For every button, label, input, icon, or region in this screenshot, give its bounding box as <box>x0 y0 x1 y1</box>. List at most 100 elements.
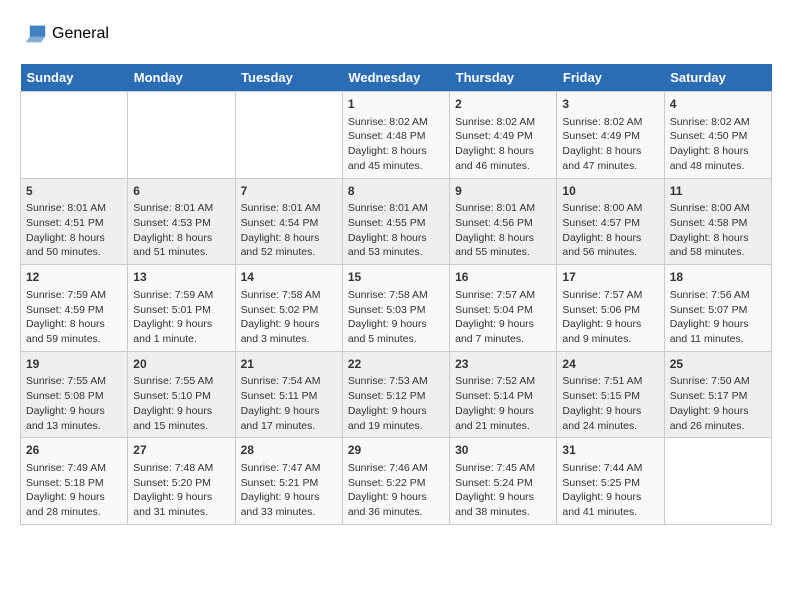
day-cell-21: 21Sunrise: 7:54 AMSunset: 5:11 PMDayligh… <box>235 351 342 438</box>
day-info-line-0: Sunrise: 7:58 AM <box>241 288 337 303</box>
header-row: SundayMondayTuesdayWednesdayThursdayFrid… <box>21 64 772 92</box>
day-info-line-2: Daylight: 9 hours and 41 minutes. <box>562 490 658 519</box>
day-info-line-2: Daylight: 9 hours and 31 minutes. <box>133 490 229 519</box>
day-info-line-2: Daylight: 9 hours and 38 minutes. <box>455 490 551 519</box>
week-row-2: 5Sunrise: 8:01 AMSunset: 4:51 PMDaylight… <box>21 178 772 265</box>
calendar-table: SundayMondayTuesdayWednesdayThursdayFrid… <box>20 64 772 525</box>
day-info-line-2: Daylight: 8 hours and 48 minutes. <box>670 144 766 173</box>
day-number: 1 <box>348 96 444 113</box>
col-header-wednesday: Wednesday <box>342 64 449 92</box>
day-number: 3 <box>562 96 658 113</box>
day-info-line-1: Sunset: 4:58 PM <box>670 216 766 231</box>
day-info-line-2: Daylight: 9 hours and 26 minutes. <box>670 404 766 433</box>
day-cell-2: 2Sunrise: 8:02 AMSunset: 4:49 PMDaylight… <box>450 92 557 179</box>
week-row-3: 12Sunrise: 7:59 AMSunset: 4:59 PMDayligh… <box>21 265 772 352</box>
day-number: 24 <box>562 356 658 373</box>
header: General <box>20 20 772 48</box>
logo-icon <box>20 20 48 48</box>
day-info-line-2: Daylight: 9 hours and 15 minutes. <box>133 404 229 433</box>
day-cell-29: 29Sunrise: 7:46 AMSunset: 5:22 PMDayligh… <box>342 438 449 525</box>
day-cell-31: 31Sunrise: 7:44 AMSunset: 5:25 PMDayligh… <box>557 438 664 525</box>
day-cell-25: 25Sunrise: 7:50 AMSunset: 5:17 PMDayligh… <box>664 351 771 438</box>
day-cell-6: 6Sunrise: 8:01 AMSunset: 4:53 PMDaylight… <box>128 178 235 265</box>
day-number: 10 <box>562 183 658 200</box>
day-info-line-2: Daylight: 9 hours and 5 minutes. <box>348 317 444 346</box>
day-cell-8: 8Sunrise: 8:01 AMSunset: 4:55 PMDaylight… <box>342 178 449 265</box>
day-number: 2 <box>455 96 551 113</box>
day-info-line-2: Daylight: 8 hours and 47 minutes. <box>562 144 658 173</box>
day-info-line-1: Sunset: 5:15 PM <box>562 389 658 404</box>
day-info-line-2: Daylight: 8 hours and 59 minutes. <box>26 317 122 346</box>
day-info-line-1: Sunset: 5:17 PM <box>670 389 766 404</box>
calendar-body: 1Sunrise: 8:02 AMSunset: 4:48 PMDaylight… <box>21 92 772 525</box>
col-header-tuesday: Tuesday <box>235 64 342 92</box>
day-number: 15 <box>348 269 444 286</box>
day-info-line-0: Sunrise: 7:55 AM <box>26 374 122 389</box>
day-info-line-1: Sunset: 5:03 PM <box>348 303 444 318</box>
day-info-line-1: Sunset: 5:25 PM <box>562 476 658 491</box>
day-info-line-2: Daylight: 8 hours and 56 minutes. <box>562 231 658 260</box>
day-info-line-2: Daylight: 8 hours and 50 minutes. <box>26 231 122 260</box>
day-cell-13: 13 Sunrise: 7:59 AMSunset: 5:01 PMDayligh… <box>128 265 235 352</box>
day-info-line-2: Daylight: 9 hours and 36 minutes. <box>348 490 444 519</box>
day-info-line-2: Daylight: 9 hours and 13 minutes. <box>26 404 122 433</box>
day-info-line-2: Daylight: 9 hours and 11 minutes. <box>670 317 766 346</box>
day-number: 30 <box>455 442 551 459</box>
day-number: 28 <box>241 442 337 459</box>
day-cell-22: 22Sunrise: 7:53 AMSunset: 5:12 PMDayligh… <box>342 351 449 438</box>
day-number: 19 <box>26 356 122 373</box>
day-info-line-1: Sunset: 4:59 PM <box>26 303 122 318</box>
day-number: 26 <box>26 442 122 459</box>
day-info-line-2: Daylight: 8 hours and 55 minutes. <box>455 231 551 260</box>
day-info-line-1: Sunset: 5:20 PM <box>133 476 229 491</box>
day-number: 7 <box>241 183 337 200</box>
day-info-line-0: Sunrise: 8:01 AM <box>348 201 444 216</box>
week-row-4: 19Sunrise: 7:55 AMSunset: 5:08 PMDayligh… <box>21 351 772 438</box>
day-number: 23 <box>455 356 551 373</box>
day-info-line-2: Daylight: 9 hours and 33 minutes. <box>241 490 337 519</box>
day-number: 20 <box>133 356 229 373</box>
calendar-header: SundayMondayTuesdayWednesdayThursdayFrid… <box>21 64 772 92</box>
day-info-line-1: Sunset: 4:51 PM <box>26 216 122 231</box>
day-info-line-0: Sunrise: 7:56 AM <box>670 288 766 303</box>
day-number: 21 <box>241 356 337 373</box>
day-cell-9: 9Sunrise: 8:01 AMSunset: 4:56 PMDaylight… <box>450 178 557 265</box>
day-info-line-2: Daylight: 8 hours and 53 minutes. <box>348 231 444 260</box>
day-info-line-1: Sunset: 5:06 PM <box>562 303 658 318</box>
empty-cell <box>664 438 771 525</box>
day-number: 8 <box>348 183 444 200</box>
day-cell-7: 7Sunrise: 8:01 AMSunset: 4:54 PMDaylight… <box>235 178 342 265</box>
day-info-line-0: Sunrise: 7:58 AM <box>348 288 444 303</box>
day-cell-12: 12Sunrise: 7:59 AMSunset: 4:59 PMDayligh… <box>21 265 128 352</box>
day-info-line-2: Daylight: 9 hours and 1 minute. <box>133 317 229 346</box>
day-info-line-0: Sunrise: 7:55 AM <box>133 374 229 389</box>
day-number: 27 <box>133 442 229 459</box>
day-info-line-2: Daylight: 9 hours and 19 minutes. <box>348 404 444 433</box>
week-row-1: 1Sunrise: 8:02 AMSunset: 4:48 PMDaylight… <box>21 92 772 179</box>
day-info-line-0: Sunrise: 8:01 AM <box>26 201 122 216</box>
col-header-thursday: Thursday <box>450 64 557 92</box>
day-number: 5 <box>26 183 122 200</box>
day-cell-11: 11Sunrise: 8:00 AMSunset: 4:58 PMDayligh… <box>664 178 771 265</box>
col-header-monday: Monday <box>128 64 235 92</box>
day-info-line-1: Sunset: 4:54 PM <box>241 216 337 231</box>
day-number: 11 <box>670 183 766 200</box>
day-info-line-0: Sunrise: 8:02 AM <box>348 115 444 130</box>
day-info-line-1: Sunset: 5:08 PM <box>26 389 122 404</box>
day-info-line-0: Sunrise: 7:59 AM <box>133 288 229 303</box>
day-info-line-0: Sunrise: 8:01 AM <box>455 201 551 216</box>
day-cell-18: 18Sunrise: 7:56 AMSunset: 5:07 PMDayligh… <box>664 265 771 352</box>
day-cell-14: 14Sunrise: 7:58 AMSunset: 5:02 PMDayligh… <box>235 265 342 352</box>
day-number: 13 <box>133 269 229 286</box>
day-cell-10: 10Sunrise: 8:00 AMSunset: 4:57 PMDayligh… <box>557 178 664 265</box>
day-info-line-0: Sunrise: 8:01 AM <box>241 201 337 216</box>
day-cell-30: 30Sunrise: 7:45 AMSunset: 5:24 PMDayligh… <box>450 438 557 525</box>
day-info-line-0: Sunrise: 7:47 AM <box>241 461 337 476</box>
day-cell-16: 16Sunrise: 7:57 AMSunset: 5:04 PMDayligh… <box>450 265 557 352</box>
day-info-line-0: Sunrise: 7:44 AM <box>562 461 658 476</box>
day-info-line-1: Sunset: 5:01 PM <box>133 303 229 318</box>
day-info-line-1: Sunset: 5:04 PM <box>455 303 551 318</box>
day-number: 6 <box>133 183 229 200</box>
day-cell-28: 28Sunrise: 7:47 AMSunset: 5:21 PMDayligh… <box>235 438 342 525</box>
day-info-line-2: Daylight: 9 hours and 3 minutes. <box>241 317 337 346</box>
